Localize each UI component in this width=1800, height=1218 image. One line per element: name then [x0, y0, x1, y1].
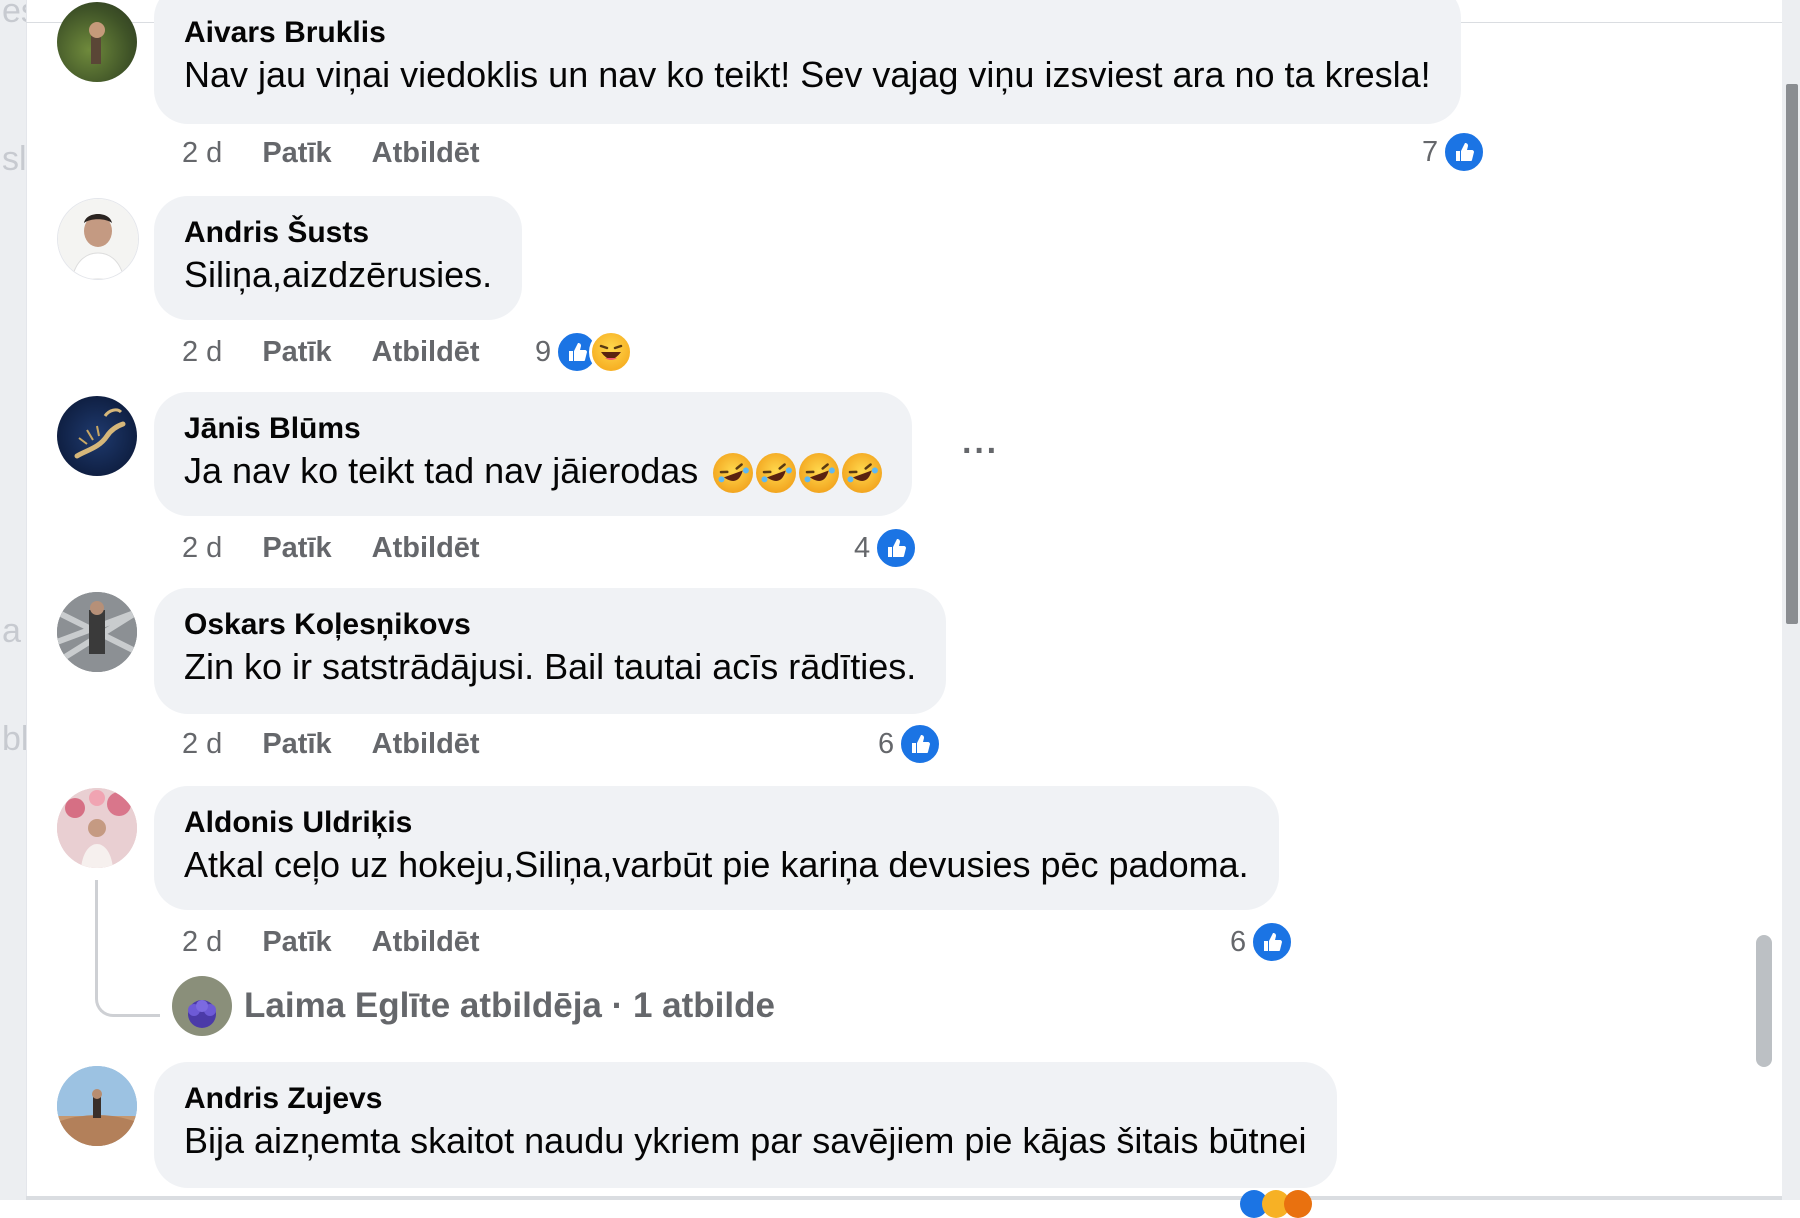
background-ghost-text: sl: [2, 140, 26, 178]
comment-text: Siliņa,aizdzērusies.: [184, 254, 493, 295]
comment-author[interactable]: Oskars Koļesņikovs: [184, 606, 916, 644]
outer-scrollbar[interactable]: [1786, 84, 1798, 624]
comment-time[interactable]: 2 d: [182, 728, 222, 761]
comment-bubble: Andris Šusts Siliņa,aizdzērusies.: [154, 196, 523, 320]
reaction-summary[interactable]: 9: [535, 328, 634, 376]
comment-text: Bija aizņemta skaitot naudu ykriem par s…: [184, 1120, 1307, 1161]
view-replies-link[interactable]: Laima Eglīte atbildēja · 1 atbilde: [172, 976, 775, 1036]
comment-author[interactable]: Andris Šusts: [184, 214, 492, 252]
rolling-laughing-emoji-icon: [799, 453, 840, 494]
reply-button[interactable]: Atbildēt: [372, 532, 480, 565]
reaction-summary[interactable]: 4: [854, 524, 919, 572]
like-button[interactable]: Patīk: [262, 532, 331, 565]
reaction-count: 4: [854, 531, 871, 564]
background-ghost-text: es: [2, 0, 26, 30]
reply-button[interactable]: Atbildēt: [372, 728, 480, 761]
rolling-laughing-emoji-icon: [756, 453, 797, 494]
comment-author[interactable]: Jānis Blūms: [184, 410, 882, 448]
background-page-edge: es sl a bl: [0, 0, 26, 1200]
avatar[interactable]: [57, 396, 137, 476]
reply-button[interactable]: Atbildēt: [372, 926, 480, 959]
comment-author[interactable]: Andris Zujevs: [184, 1080, 1307, 1118]
angry-reaction-icon: [1284, 1190, 1312, 1218]
reaction-count: 6: [878, 727, 895, 760]
like-reaction-icon: [898, 722, 943, 766]
haha-reaction-icon: [589, 330, 634, 374]
reaction-count: 7: [1422, 135, 1439, 168]
reaction-summary[interactable]: 6: [1230, 918, 1295, 966]
reply-button[interactable]: Atbildēt: [372, 336, 480, 369]
reaction-count: 9: [535, 335, 552, 368]
comment-actions: 2 d Patīk Atbildēt: [182, 724, 480, 764]
rolling-laughing-emoji-icon: [842, 453, 883, 494]
comment-text: Nav jau viņai viedoklis un nav ko teikt!…: [184, 54, 1431, 95]
avatar[interactable]: [57, 788, 137, 868]
avatar[interactable]: [57, 2, 137, 82]
like-button[interactable]: Patīk: [262, 926, 331, 959]
avatar: [172, 976, 232, 1036]
comment-actions: 2 d Patīk Atbildēt: [182, 133, 480, 173]
bottom-divider: [26, 1196, 1782, 1200]
reaction-summary[interactable]: [1240, 1190, 1312, 1218]
more-options-icon[interactable]: ···: [962, 432, 999, 471]
comment-text: Ja nav ko teikt tad nav jāierodas: [184, 448, 883, 494]
reaction-summary[interactable]: 7: [1422, 128, 1487, 176]
comment-text: Zin ko ir satstrādājusi. Bail tautai acī…: [184, 646, 917, 687]
panel-scrollbar-thumb[interactable]: [1756, 935, 1772, 1067]
avatar[interactable]: [57, 1066, 137, 1146]
comment-time[interactable]: 2 d: [182, 137, 222, 170]
comment-actions: 2 d Patīk Atbildēt: [182, 528, 480, 568]
comment-bubble: Oskars Koļesņikovs Zin ko ir satstrādāju…: [154, 588, 947, 714]
comment-bubble: Jānis Blūms Ja nav ko teikt tad nav jāie…: [154, 392, 913, 516]
comment-actions: 2 d Patīk Atbildēt: [182, 332, 480, 372]
comment-author[interactable]: Aivars Bruklis: [184, 14, 1431, 52]
reply-summary-text: Laima Eglīte atbildēja · 1 atbilde: [244, 986, 775, 1025]
like-reaction-icon: [1250, 920, 1295, 964]
comment-bubble: Aivars Bruklis Nav jau viņai viedoklis u…: [154, 0, 1461, 124]
reply-button[interactable]: Atbildēt: [372, 137, 480, 170]
rolling-laughing-emoji-icon: [713, 453, 754, 494]
reaction-summary[interactable]: 6: [878, 720, 943, 768]
comment-actions: 2 d Patīk Atbildēt: [182, 922, 480, 962]
background-ghost-text: bl: [2, 720, 26, 758]
comment-time[interactable]: 2 d: [182, 532, 222, 565]
like-reaction-icon: [1442, 130, 1487, 174]
reaction-count: 6: [1230, 925, 1247, 958]
reply-thread-line: [95, 880, 160, 1017]
comment-bubble: Andris Zujevs Bija aizņemta skaitot naud…: [154, 1062, 1337, 1188]
comment-text-content: Ja nav ko teikt tad nav jāierodas: [184, 450, 699, 491]
background-ghost-text: a: [2, 612, 21, 650]
like-button[interactable]: Patīk: [262, 137, 331, 170]
avatar[interactable]: [57, 592, 137, 672]
like-button[interactable]: Patīk: [262, 728, 331, 761]
comment-bubble: Aldonis Uldriķis Atkal ceļo uz hokeju,Si…: [154, 786, 1279, 910]
avatar[interactable]: [57, 198, 139, 280]
comment-author[interactable]: Aldonis Uldriķis: [184, 804, 1249, 842]
comment-text: Atkal ceļo uz hokeju,Siliņa,varbūt pie k…: [184, 844, 1249, 885]
comment-time[interactable]: 2 d: [182, 926, 222, 959]
like-button[interactable]: Patīk: [262, 336, 331, 369]
like-reaction-icon: [874, 526, 919, 570]
comment-time[interactable]: 2 d: [182, 336, 222, 369]
